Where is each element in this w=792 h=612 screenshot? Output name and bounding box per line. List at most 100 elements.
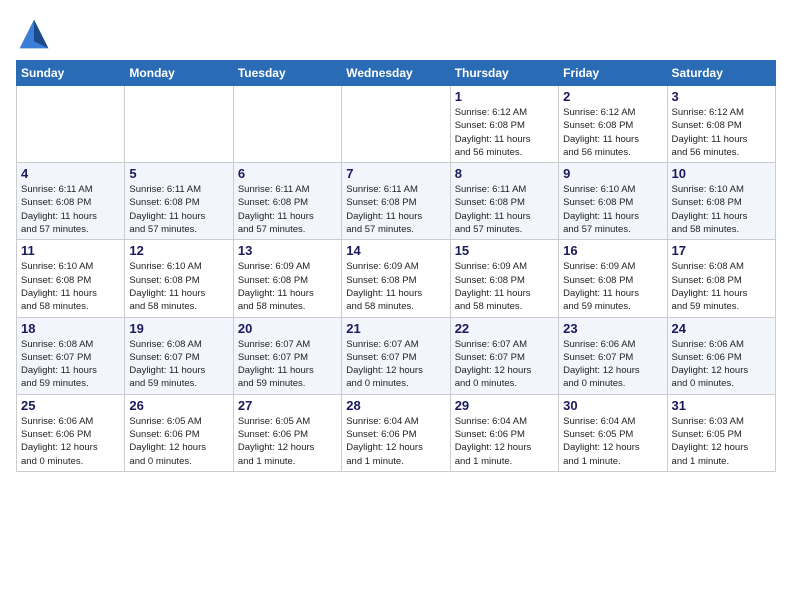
- day-number: 5: [129, 166, 228, 181]
- calendar-week-row: 11 Sunrise: 6:10 AM Sunset: 6:08 PM Dayli…: [17, 240, 776, 317]
- day-info: Sunrise: 6:04 AM Sunset: 6:06 PM Dayligh…: [455, 415, 554, 468]
- calendar-header-row: SundayMondayTuesdayWednesdayThursdayFrid…: [17, 61, 776, 86]
- calendar-day-cell: 8 Sunrise: 6:11 AM Sunset: 6:08 PM Daylig…: [450, 163, 558, 240]
- calendar-day-cell: 19Sunrise: 6:08 AM Sunset: 6:07 PM Dayli…: [125, 317, 233, 394]
- calendar-day-cell: 31 Sunrise: 6:03 AM Sunset: 6:05 PM Dayli…: [667, 394, 775, 471]
- day-info: Sunrise: 6:12 AM Sunset: 6:08 PM Dayligh…: [672, 106, 771, 159]
- calendar-day-cell: 4 Sunrise: 6:11 AM Sunset: 6:08 PM Daylig…: [17, 163, 125, 240]
- calendar-day-cell: 20 Sunrise: 6:07 AM Sunset: 6:07 PM Dayli…: [233, 317, 341, 394]
- day-info: Sunrise: 6:04 AM Sunset: 6:05 PM Dayligh…: [563, 415, 662, 468]
- day-info: Sunrise: 6:12 AM Sunset: 6:08 PM Dayligh…: [455, 106, 554, 159]
- day-info: Sunrise: 6:07 AM Sunset: 6:07 PM Dayligh…: [346, 338, 445, 391]
- day-number: 25: [21, 398, 120, 413]
- day-number: 12: [129, 243, 228, 258]
- day-number: 30: [563, 398, 662, 413]
- calendar-day-cell: 9Sunrise: 6:10 AM Sunset: 6:08 PM Daylig…: [559, 163, 667, 240]
- day-info: Sunrise: 6:06 AM Sunset: 6:06 PM Dayligh…: [21, 415, 120, 468]
- logo-icon: [16, 16, 52, 52]
- day-number: 26: [129, 398, 228, 413]
- calendar-table: SundayMondayTuesdayWednesdayThursdayFrid…: [16, 60, 776, 472]
- day-info: Sunrise: 6:09 AM Sunset: 6:08 PM Dayligh…: [346, 260, 445, 313]
- day-info: Sunrise: 6:11 AM Sunset: 6:08 PM Dayligh…: [21, 183, 120, 236]
- calendar-day-cell: 18 Sunrise: 6:08 AM Sunset: 6:07 PM Dayli…: [17, 317, 125, 394]
- calendar-day-cell: 28 Sunrise: 6:04 AM Sunset: 6:06 PM Dayli…: [342, 394, 450, 471]
- day-info: Sunrise: 6:07 AM Sunset: 6:07 PM Dayligh…: [238, 338, 337, 391]
- day-number: 4: [21, 166, 120, 181]
- calendar-day-cell: [233, 86, 341, 163]
- day-number: 31: [672, 398, 771, 413]
- calendar-day-cell: 17 Sunrise: 6:08 AM Sunset: 6:08 PM Dayli…: [667, 240, 775, 317]
- day-info: Sunrise: 6:05 AM Sunset: 6:06 PM Dayligh…: [129, 415, 228, 468]
- day-number: 9: [563, 166, 662, 181]
- calendar-day-cell: 15 Sunrise: 6:09 AM Sunset: 6:08 PM Dayli…: [450, 240, 558, 317]
- day-number: 1: [455, 89, 554, 104]
- day-info: Sunrise: 6:04 AM Sunset: 6:06 PM Dayligh…: [346, 415, 445, 468]
- calendar-day-cell: 11 Sunrise: 6:10 AM Sunset: 6:08 PM Dayli…: [17, 240, 125, 317]
- calendar-day-cell: [342, 86, 450, 163]
- day-number: 2: [563, 89, 662, 104]
- day-info: Sunrise: 6:10 AM Sunset: 6:08 PM Dayligh…: [21, 260, 120, 313]
- calendar-day-cell: 29 Sunrise: 6:04 AM Sunset: 6:06 PM Dayli…: [450, 394, 558, 471]
- day-number: 3: [672, 89, 771, 104]
- calendar-day-cell: 23 Sunrise: 6:06 AM Sunset: 6:07 PM Dayli…: [559, 317, 667, 394]
- day-info: Sunrise: 6:05 AM Sunset: 6:06 PM Dayligh…: [238, 415, 337, 468]
- calendar-day-cell: 25 Sunrise: 6:06 AM Sunset: 6:06 PM Dayli…: [17, 394, 125, 471]
- calendar-week-row: 25 Sunrise: 6:06 AM Sunset: 6:06 PM Dayli…: [17, 394, 776, 471]
- calendar-day-cell: 30 Sunrise: 6:04 AM Sunset: 6:05 PM Dayli…: [559, 394, 667, 471]
- calendar-day-cell: 13Sunrise: 6:09 AM Sunset: 6:08 PM Dayli…: [233, 240, 341, 317]
- weekday-header: Tuesday: [233, 61, 341, 86]
- day-number: 24: [672, 321, 771, 336]
- calendar-day-cell: 3 Sunrise: 6:12 AM Sunset: 6:08 PM Daylig…: [667, 86, 775, 163]
- day-info: Sunrise: 6:10 AM Sunset: 6:08 PM Dayligh…: [672, 183, 771, 236]
- calendar-day-cell: 2 Sunrise: 6:12 AM Sunset: 6:08 PM Daylig…: [559, 86, 667, 163]
- calendar-day-cell: 6Sunrise: 6:11 AM Sunset: 6:08 PM Daylig…: [233, 163, 341, 240]
- calendar-day-cell: 16Sunrise: 6:09 AM Sunset: 6:08 PM Dayli…: [559, 240, 667, 317]
- weekday-header: Thursday: [450, 61, 558, 86]
- day-info: Sunrise: 6:08 AM Sunset: 6:07 PM Dayligh…: [129, 338, 228, 391]
- day-number: 17: [672, 243, 771, 258]
- day-number: 8: [455, 166, 554, 181]
- calendar-day-cell: 10 Sunrise: 6:10 AM Sunset: 6:08 PM Dayli…: [667, 163, 775, 240]
- day-number: 6: [238, 166, 337, 181]
- calendar-week-row: 18 Sunrise: 6:08 AM Sunset: 6:07 PM Dayli…: [17, 317, 776, 394]
- day-info: Sunrise: 6:03 AM Sunset: 6:05 PM Dayligh…: [672, 415, 771, 468]
- calendar-day-cell: 1 Sunrise: 6:12 AM Sunset: 6:08 PM Daylig…: [450, 86, 558, 163]
- weekday-header: Sunday: [17, 61, 125, 86]
- day-number: 28: [346, 398, 445, 413]
- day-number: 10: [672, 166, 771, 181]
- calendar-day-cell: 22 Sunrise: 6:07 AM Sunset: 6:07 PM Dayli…: [450, 317, 558, 394]
- day-number: 20: [238, 321, 337, 336]
- day-info: Sunrise: 6:11 AM Sunset: 6:08 PM Dayligh…: [346, 183, 445, 236]
- calendar-day-cell: 24 Sunrise: 6:06 AM Sunset: 6:06 PM Dayli…: [667, 317, 775, 394]
- day-info: Sunrise: 6:09 AM Sunset: 6:08 PM Dayligh…: [455, 260, 554, 313]
- day-info: Sunrise: 6:09 AM Sunset: 6:08 PM Dayligh…: [563, 260, 662, 313]
- day-info: Sunrise: 6:10 AM Sunset: 6:08 PM Dayligh…: [129, 260, 228, 313]
- day-number: 15: [455, 243, 554, 258]
- day-number: 11: [21, 243, 120, 258]
- day-info: Sunrise: 6:06 AM Sunset: 6:07 PM Dayligh…: [563, 338, 662, 391]
- day-info: Sunrise: 6:07 AM Sunset: 6:07 PM Dayligh…: [455, 338, 554, 391]
- day-number: 22: [455, 321, 554, 336]
- calendar-day-cell: 14 Sunrise: 6:09 AM Sunset: 6:08 PM Dayli…: [342, 240, 450, 317]
- weekday-header: Wednesday: [342, 61, 450, 86]
- day-number: 23: [563, 321, 662, 336]
- day-number: 27: [238, 398, 337, 413]
- day-info: Sunrise: 6:11 AM Sunset: 6:08 PM Dayligh…: [129, 183, 228, 236]
- day-info: Sunrise: 6:06 AM Sunset: 6:06 PM Dayligh…: [672, 338, 771, 391]
- calendar-week-row: 1 Sunrise: 6:12 AM Sunset: 6:08 PM Daylig…: [17, 86, 776, 163]
- weekday-header: Friday: [559, 61, 667, 86]
- day-info: Sunrise: 6:08 AM Sunset: 6:07 PM Dayligh…: [21, 338, 120, 391]
- weekday-header: Monday: [125, 61, 233, 86]
- calendar-week-row: 4 Sunrise: 6:11 AM Sunset: 6:08 PM Daylig…: [17, 163, 776, 240]
- day-info: Sunrise: 6:12 AM Sunset: 6:08 PM Dayligh…: [563, 106, 662, 159]
- day-number: 29: [455, 398, 554, 413]
- day-info: Sunrise: 6:11 AM Sunset: 6:08 PM Dayligh…: [455, 183, 554, 236]
- day-number: 7: [346, 166, 445, 181]
- page-header: [16, 16, 776, 52]
- calendar-day-cell: 7 Sunrise: 6:11 AM Sunset: 6:08 PM Daylig…: [342, 163, 450, 240]
- calendar-day-cell: 21Sunrise: 6:07 AM Sunset: 6:07 PM Dayli…: [342, 317, 450, 394]
- day-number: 18: [21, 321, 120, 336]
- day-number: 14: [346, 243, 445, 258]
- weekday-header: Saturday: [667, 61, 775, 86]
- day-info: Sunrise: 6:08 AM Sunset: 6:08 PM Dayligh…: [672, 260, 771, 313]
